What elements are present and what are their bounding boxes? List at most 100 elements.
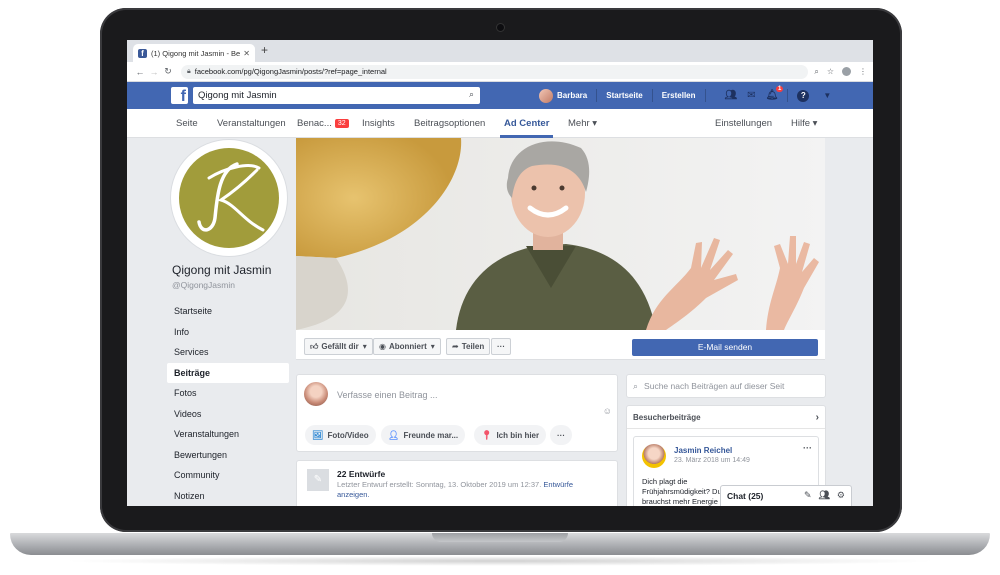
sidebar-item-notizen[interactable]: Notizen	[167, 486, 289, 507]
jk-monogram-icon	[197, 162, 265, 232]
tag-friends-icon: 👤︎	[388, 429, 400, 440]
search-value: Qigong mit Jasmin	[198, 90, 277, 101]
photo-icon: 🖼︎	[312, 429, 324, 440]
chevron-down-icon: ▾	[430, 342, 435, 351]
posts-search-placeholder: Suche nach Beiträgen auf dieser Seit	[644, 381, 785, 391]
tab-mehr[interactable]: Mehr ▾	[568, 118, 597, 129]
composer-more-button[interactable]: ···	[550, 425, 572, 445]
forward-icon[interactable]: →	[147, 67, 161, 77]
url-text: facebook.com/pg/QigongJasmin/posts/?ref=…	[194, 67, 387, 76]
page-logo	[179, 148, 279, 248]
post-composer: Verfasse einen Beitrag ... ☺ 🖼︎ Foto/Vide…	[296, 374, 618, 452]
dropdown-arrow-icon[interactable]: ▼	[823, 91, 831, 100]
help-icon[interactable]: ?	[797, 89, 810, 102]
avatar[interactable]	[642, 444, 666, 468]
profile-icon[interactable]	[842, 67, 851, 76]
new-group-icon[interactable]: 👥︎	[818, 490, 829, 501]
chevron-down-icon: ▾	[362, 342, 367, 351]
notifications-bell-icon[interactable]: 🔔︎ 1	[766, 86, 784, 101]
sidebar-item-bewertungen[interactable]: Bewertungen	[167, 445, 289, 466]
visitor-posts-header[interactable]: Besucherbeiträge ›	[627, 406, 825, 429]
menu-dots-icon[interactable]: ⋮	[859, 67, 867, 76]
sidebar-item-info[interactable]: Info	[167, 322, 289, 343]
tab-veranstaltungen[interactable]: Veranstaltungen	[217, 118, 286, 129]
tab-seite[interactable]: Seite	[176, 118, 198, 129]
page-action-bar: 👍︎ Gefällt dir ▾ ◉ Abonniert ▾ ➦ Teilen ··· E…	[296, 330, 825, 360]
rss-icon: ◉	[379, 342, 386, 351]
search-icon[interactable]: ⌕	[469, 89, 474, 100]
post-date: 23. März 2018 um 14:49	[674, 457, 750, 464]
compose-message-icon[interactable]: ✎	[804, 490, 812, 501]
emoji-icon[interactable]: ☺	[603, 406, 612, 416]
notifications-count-badge: 32	[334, 119, 349, 128]
posts-search-input[interactable]: ⌕ Suche nach Beiträgen auf dieser Seit	[626, 374, 826, 398]
share-label: Teilen	[461, 342, 485, 351]
zoom-icon[interactable]: ⌕	[814, 67, 818, 77]
laptop-shadow	[60, 556, 940, 566]
photo-video-button[interactable]: 🖼︎ Foto/Video	[305, 425, 376, 445]
sidebar-item-startseite[interactable]: Startseite	[167, 301, 289, 322]
sidebar-item-beitraege[interactable]: Beiträge	[167, 362, 289, 383]
checkin-button[interactable]: 📍︎ Ich bin hier	[474, 425, 547, 445]
like-label: Gefällt dir	[321, 342, 359, 351]
browser-tab[interactable]: f (1) Qigong mit Jasmin - Beitr... ✕	[133, 44, 255, 62]
screen: f (1) Qigong mit Jasmin - Beitr... ✕ + ←…	[127, 40, 873, 506]
tab-benachrichtigungen[interactable]: Benac... 32	[297, 118, 349, 129]
facebook-logo-icon[interactable]: f	[171, 87, 188, 104]
facebook-favicon-icon: f	[138, 48, 147, 58]
post-author-link[interactable]: Jasmin Reichel	[674, 446, 732, 455]
bookmark-star-icon[interactable]: ☆	[827, 67, 834, 76]
page-content: Qigong mit Jasmin @QigongJasmin Startsei…	[127, 138, 873, 506]
messenger-icon[interactable]: ✉	[747, 90, 755, 101]
chevron-right-icon[interactable]: ›	[816, 406, 819, 429]
compose-input[interactable]: Verfasse einen Beitrag ...	[337, 390, 438, 400]
sidebar-item-videos[interactable]: Videos	[167, 404, 289, 425]
close-icon[interactable]: ✕	[243, 49, 250, 58]
share-button[interactable]: ➦ Teilen	[446, 338, 491, 355]
cover-photo[interactable]	[296, 138, 825, 330]
home-link[interactable]: Startseite	[606, 91, 642, 100]
thumbs-up-icon: 👍︎	[310, 341, 319, 351]
tab-einstellungen[interactable]: Einstellungen	[715, 118, 772, 129]
notification-badge: 1	[775, 86, 784, 92]
laptop-notch	[432, 533, 568, 542]
chat-bar[interactable]: Chat (25) ✎ 👥︎ ⚙	[720, 485, 852, 506]
tab-title: (1) Qigong mit Jasmin - Beitr...	[151, 48, 241, 58]
more-actions-button[interactable]: ···	[491, 338, 511, 355]
user-avatar[interactable]	[539, 88, 553, 103]
tag-friends-button[interactable]: 👤︎ Freunde mar...	[381, 425, 466, 445]
sidebar-item-veranstaltungen[interactable]: Veranstaltungen	[167, 424, 289, 445]
like-button[interactable]: 👍︎ Gefällt dir ▾	[304, 338, 373, 355]
user-name-link[interactable]: Barbara	[557, 91, 587, 100]
drafts-subtitle: Letzter Entwurf erstellt: Sonntag, 13. O…	[337, 480, 607, 500]
gear-icon[interactable]: ⚙	[837, 490, 845, 501]
drafts-title: 22 Entwürfe	[337, 469, 386, 479]
location-pin-icon: 📍︎	[481, 429, 493, 440]
reload-icon[interactable]: ↻	[161, 66, 175, 77]
friend-requests-icon[interactable]: 👥︎	[725, 90, 738, 101]
sidebar-item-fotos[interactable]: Fotos	[167, 383, 289, 404]
page-handle: @QigongJasmin	[172, 280, 235, 290]
tab-beitragsoptionen[interactable]: Beitragsoptionen	[414, 118, 485, 129]
sidebar-item-community[interactable]: Community	[167, 465, 289, 486]
tab-ad-center[interactable]: Ad Center	[499, 118, 554, 138]
subscribed-button[interactable]: ◉ Abonniert ▾	[373, 338, 441, 355]
send-email-button[interactable]: E-Mail senden	[632, 339, 818, 356]
sidebar-item-services[interactable]: Services	[167, 342, 289, 363]
new-tab-icon[interactable]: +	[261, 43, 268, 57]
back-icon[interactable]: ←	[133, 67, 147, 77]
create-link[interactable]: Erstellen	[662, 91, 696, 100]
tab-insights[interactable]: Insights	[362, 118, 395, 129]
share-arrow-icon: ➦	[452, 342, 459, 351]
browser-tab-bar: f (1) Qigong mit Jasmin - Beitr... ✕ +	[127, 40, 873, 62]
url-input[interactable]: 🔒︎ facebook.com/pg/QigongJasmin/posts/?r…	[181, 64, 809, 79]
cover-image	[296, 138, 825, 330]
avatar	[304, 382, 328, 406]
page-side-nav: Startseite Info Services Beiträge Fotos …	[167, 301, 289, 506]
tag-friends-label: Freunde mar...	[403, 430, 459, 440]
laptop-mockup: f (1) Qigong mit Jasmin - Beitr... ✕ + ←…	[0, 0, 1000, 575]
post-options-icon[interactable]: ···	[803, 443, 812, 453]
fb-search-input[interactable]: Qigong mit Jasmin ⌕	[193, 87, 480, 104]
tab-hilfe[interactable]: Hilfe ▾	[791, 118, 817, 129]
profile-picture[interactable]	[171, 140, 287, 256]
